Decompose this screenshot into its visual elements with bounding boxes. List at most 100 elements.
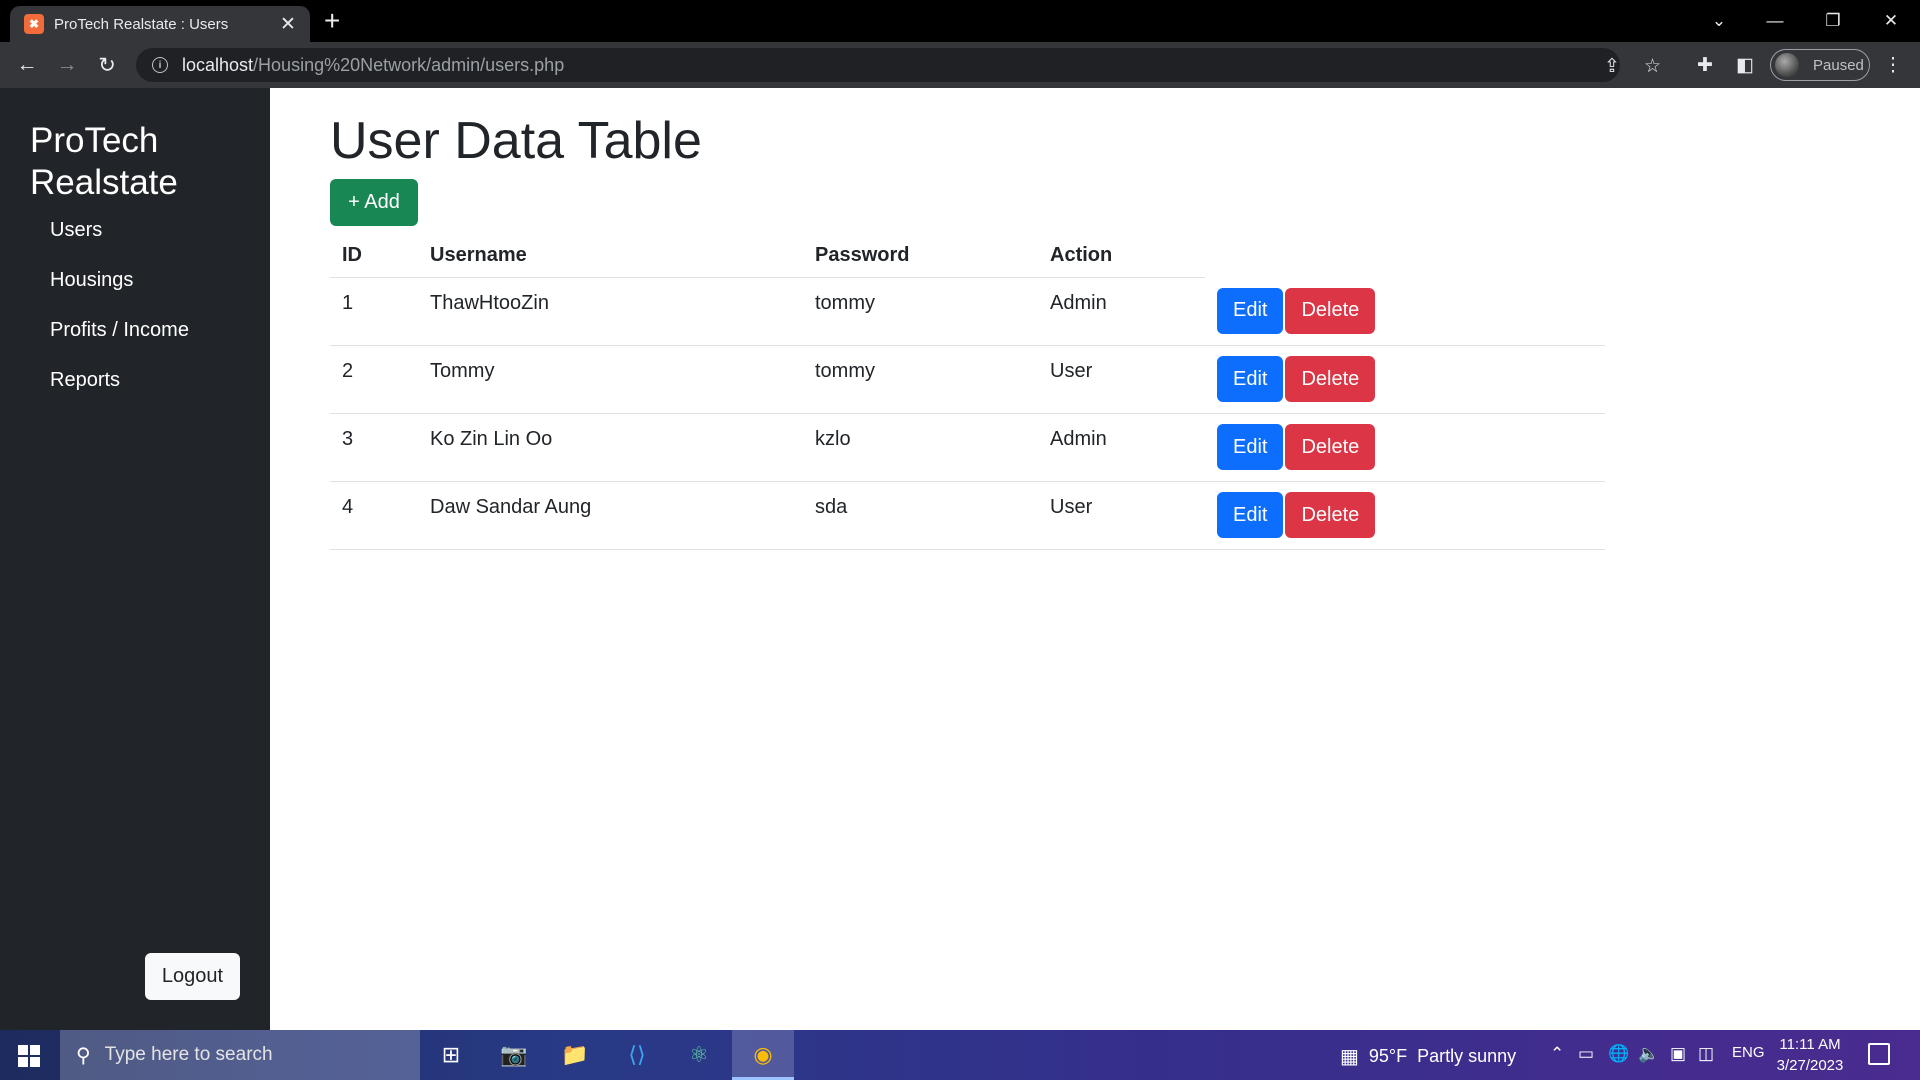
profile-button[interactable]: Paused xyxy=(1770,49,1870,81)
menu-kebab-icon[interactable]: ⋮ xyxy=(1880,52,1906,78)
windows-start-icon[interactable] xyxy=(18,1045,40,1067)
column-header-action: Action xyxy=(1038,228,1205,278)
column-header-username: Username xyxy=(418,228,803,278)
cell-password: tommy xyxy=(803,345,1038,414)
page-title: User Data Table xyxy=(330,112,702,170)
xampp-icon: ✖ xyxy=(24,14,44,34)
sidebar-item-housings[interactable]: Housings xyxy=(50,268,189,318)
minimize-icon[interactable]: — xyxy=(1746,0,1804,42)
cell-id: 2 xyxy=(330,345,418,414)
avatar xyxy=(1775,53,1799,77)
sidebar-item-profits-income[interactable]: Profits / Income xyxy=(50,318,189,368)
cell-id: 4 xyxy=(330,481,418,550)
table-row: 3 Ko Zin Lin Oo kzlo Admin Edit Delete xyxy=(330,413,1605,482)
windows-taskbar: ⚲ Type here to search ⊞ 📷 📁 ⟨⟩ ⚛ ◉ ▦ 95°… xyxy=(0,1030,1920,1080)
back-icon[interactable]: ← xyxy=(12,50,42,80)
column-header-buttons xyxy=(1205,228,1605,278)
cell-password: tommy xyxy=(803,277,1038,346)
address-bar[interactable]: i localhost/Housing%20Network/admin/user… xyxy=(136,48,1661,82)
table-header-row: ID Username Password Action xyxy=(330,228,1605,278)
sidebar-nav: Users Housings Profits / Income Reports xyxy=(50,218,189,418)
weather-temp: 95°F xyxy=(1368,1046,1408,1066)
file-explorer-icon[interactable]: 📁 xyxy=(558,1039,592,1071)
site-info-icon[interactable]: i xyxy=(152,57,168,73)
cell-role: User xyxy=(1038,481,1205,550)
table-row: 1 ThawHtooZin tommy Admin Edit Delete xyxy=(330,277,1605,346)
taskbar-search[interactable]: ⚲ Type here to search xyxy=(60,1030,420,1080)
sidebar: ProTech Realstate Users Housings Profits… xyxy=(0,88,270,1030)
delete-button[interactable]: Delete xyxy=(1285,492,1376,538)
cell-role: Admin xyxy=(1038,277,1205,346)
network-globe-icon[interactable]: 🌐 xyxy=(1608,1044,1629,1064)
column-header-id: ID xyxy=(330,228,418,278)
cell-username: Ko Zin Lin Oo xyxy=(418,413,803,482)
add-user-button[interactable]: + Add xyxy=(330,179,418,226)
clock-date: 3/27/2023 xyxy=(1776,1057,1844,1074)
cell-actions: Edit Delete xyxy=(1205,277,1605,346)
show-hidden-icons-icon[interactable]: ⌃ xyxy=(1550,1044,1564,1064)
browser-tab[interactable]: ✖ ProTech Realstate : Users ✕ xyxy=(10,6,310,42)
browser-tabstrip: ✖ ProTech Realstate : Users ✕ + ⌄ — ❐ ✕ xyxy=(0,0,1920,42)
weather-widget[interactable]: ▦ 95°F Partly sunny xyxy=(1340,1044,1516,1069)
cell-actions: Edit Delete xyxy=(1205,345,1605,414)
vscode-icon[interactable]: ⟨⟩ xyxy=(620,1039,654,1071)
user-table: ID Username Password Action 1 ThawHtooZi… xyxy=(330,228,1605,550)
edit-button[interactable]: Edit xyxy=(1217,492,1284,538)
notification-icon[interactable] xyxy=(1868,1043,1890,1065)
chrome-icon[interactable]: ◉ xyxy=(746,1039,780,1071)
bookmark-star-icon[interactable]: ☆ xyxy=(1644,55,1661,78)
cell-username: ThawHtooZin xyxy=(418,277,803,346)
share-icon[interactable]: ⇪ xyxy=(1604,55,1620,78)
cell-username: Tommy xyxy=(418,345,803,414)
forward-icon[interactable]: → xyxy=(52,50,82,80)
language-indicator[interactable]: ENG xyxy=(1732,1044,1765,1061)
volume-icon[interactable]: 🔈 xyxy=(1638,1044,1659,1064)
profile-status: Paused xyxy=(1813,56,1864,74)
extensions-icon[interactable]: ✚ xyxy=(1692,52,1718,78)
browser-toolbar: ← → ↻ i localhost/Housing%20Network/admi… xyxy=(0,42,1920,88)
weather-icon: ▦ xyxy=(1340,1046,1359,1068)
tab-close-icon[interactable]: ✕ xyxy=(278,13,298,36)
search-icon: ⚲ xyxy=(76,1044,91,1067)
meet-now-icon[interactable]: ▣ xyxy=(1670,1044,1686,1064)
task-view-icon[interactable]: ⊞ xyxy=(434,1039,468,1071)
table-row: 2 Tommy tommy User Edit Delete xyxy=(330,345,1605,414)
cell-username: Daw Sandar Aung xyxy=(418,481,803,550)
cell-password: sda xyxy=(803,481,1038,550)
battery-icon[interactable]: ▭ xyxy=(1578,1044,1594,1064)
edit-button[interactable]: Edit xyxy=(1217,287,1284,334)
reload-icon[interactable]: ↻ xyxy=(92,50,122,80)
close-window-icon[interactable]: ✕ xyxy=(1862,0,1920,42)
edit-button[interactable]: Edit xyxy=(1217,356,1284,402)
cell-id: 3 xyxy=(330,413,418,482)
new-tab-icon[interactable]: + xyxy=(324,6,340,36)
brand-title: ProTech Realstate xyxy=(30,121,178,202)
delete-button[interactable]: Delete xyxy=(1285,287,1376,334)
cell-role: User xyxy=(1038,345,1205,414)
cell-role: Admin xyxy=(1038,413,1205,482)
sidebar-item-reports[interactable]: Reports xyxy=(50,368,189,418)
restore-icon[interactable]: ❐ xyxy=(1804,0,1862,42)
cell-actions: Edit Delete xyxy=(1205,481,1605,550)
url-host: localhost xyxy=(182,54,254,75)
taskbar-search-placeholder: Type here to search xyxy=(104,1044,273,1065)
camera-app-icon[interactable]: 📷 xyxy=(497,1039,531,1071)
delete-button[interactable]: Delete xyxy=(1285,356,1376,402)
weather-text: Partly sunny xyxy=(1417,1046,1517,1066)
cell-password: kzlo xyxy=(803,413,1038,482)
atom-app-icon[interactable]: ⚛ xyxy=(682,1039,716,1071)
display-icon[interactable]: ◫ xyxy=(1698,1044,1714,1064)
taskbar-clock[interactable]: 11:11 AM 3/27/2023 xyxy=(1770,1034,1850,1076)
tab-title: ProTech Realstate : Users xyxy=(54,15,229,33)
main-content: User Data Table + Add ID Username Passwo… xyxy=(270,88,1920,1030)
edit-button[interactable]: Edit xyxy=(1217,424,1284,470)
sidebar-item-users[interactable]: Users xyxy=(50,218,189,268)
clock-time: 11:11 AM xyxy=(1779,1036,1841,1053)
logout-button[interactable]: Logout xyxy=(145,953,240,1000)
side-panel-icon[interactable]: ◧ xyxy=(1732,52,1758,78)
table-row: 4 Daw Sandar Aung sda User Edit Delete xyxy=(330,481,1605,550)
cell-actions: Edit Delete xyxy=(1205,413,1605,482)
url-path: /Housing%20Network/admin/users.php xyxy=(253,54,565,75)
delete-button[interactable]: Delete xyxy=(1285,424,1376,470)
tab-search-icon[interactable]: ⌄ xyxy=(1690,0,1748,42)
